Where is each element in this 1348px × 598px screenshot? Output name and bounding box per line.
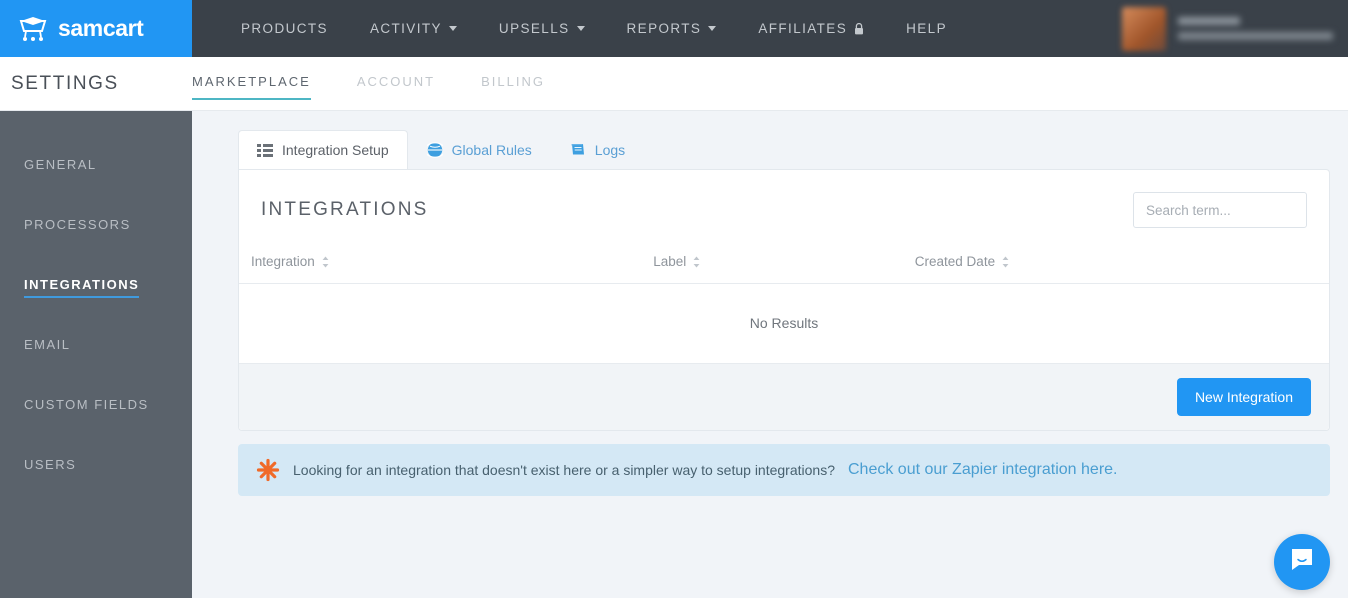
sidebar-item-label: CUSTOM FIELDS	[24, 396, 149, 412]
book-icon	[570, 142, 586, 157]
nav-item-help[interactable]: HELP	[885, 0, 968, 57]
sidebar-item-general[interactable]: GENERAL	[0, 137, 192, 197]
integrations-table: Integration Label Created Date No Result…	[239, 246, 1329, 364]
chevron-down-icon	[708, 26, 717, 31]
sidebar-item-processors[interactable]: PROCESSORS	[0, 197, 192, 257]
table-header-row: Integration Label Created Date	[239, 246, 1329, 284]
sidebar-item-label: EMAIL	[24, 336, 71, 352]
panel-title: INTEGRATIONS	[261, 199, 429, 220]
zapier-integration-link[interactable]: Check out our Zapier integration here.	[848, 461, 1117, 479]
sidebar-item-label: USERS	[24, 456, 77, 472]
tab-billing[interactable]: BILLING	[481, 68, 545, 100]
main-content: Integration Setup Global Rules Logs INTE…	[192, 111, 1348, 598]
user-account-menu[interactable]	[1100, 0, 1348, 57]
tab-marketplace[interactable]: MARKETPLACE	[192, 68, 311, 100]
tab-label: BILLING	[481, 73, 545, 89]
user-identity-redacted	[1178, 17, 1334, 40]
chevron-down-icon	[448, 26, 457, 31]
nav-label: UPSELLS	[498, 21, 570, 36]
nav-label: PRODUCTS	[241, 21, 328, 36]
sidebar-item-label: GENERAL	[24, 156, 97, 172]
column-label: Integration	[251, 254, 315, 269]
column-label: Label	[653, 254, 687, 269]
nav-item-activity[interactable]: ACTIVITY	[349, 0, 478, 57]
tab-logs[interactable]: Logs	[551, 129, 644, 169]
main-nav-items: PRODUCTS ACTIVITY UPSELLS REPORTS AFFILI…	[192, 0, 968, 57]
integrations-card: INTEGRATIONS Integration	[238, 169, 1330, 431]
sidebar-item-users[interactable]: USERS	[0, 437, 192, 497]
tab-label: Logs	[594, 141, 626, 158]
sort-icon	[322, 256, 329, 268]
nav-label: AFFILIATES	[758, 21, 848, 36]
tab-label: MARKETPLACE	[192, 73, 311, 89]
chat-launcher-button[interactable]	[1274, 534, 1330, 590]
shopping-cart-icon	[18, 16, 48, 42]
empty-state-message: No Results	[239, 283, 1329, 364]
chat-bubble-icon	[1289, 547, 1315, 578]
new-integration-button[interactable]: New Integration	[1176, 378, 1311, 416]
column-header-label[interactable]: Label	[653, 246, 915, 284]
column-header-integration[interactable]: Integration	[239, 246, 654, 284]
list-icon	[257, 143, 273, 158]
table-body: No Results	[239, 283, 1329, 364]
sort-icon	[1002, 256, 1009, 268]
user-name-redacted	[1178, 17, 1240, 25]
card-footer: New Integration	[239, 364, 1329, 430]
search-input[interactable]	[1133, 192, 1307, 228]
chevron-down-icon	[576, 26, 585, 31]
page-title: SETTINGS	[11, 72, 119, 94]
user-email-redacted	[1178, 32, 1333, 40]
settings-sidebar: GENERAL PROCESSORS INTEGRATIONS EMAIL CU…	[0, 111, 192, 598]
column-label: Created Date	[914, 254, 996, 269]
tab-label: ACCOUNT	[356, 73, 436, 89]
top-navigation-bar: samcart PRODUCTS ACTIVITY UPSELLS REPORT…	[0, 0, 1348, 57]
settings-header-bar: SETTINGS MARKETPLACE ACCOUNT BILLING	[0, 57, 1348, 111]
zapier-notice-banner: Looking for an integration that doesn't …	[238, 444, 1330, 496]
sidebar-item-label: PROCESSORS	[24, 216, 131, 232]
card-header: INTEGRATIONS	[239, 170, 1329, 246]
sidebar-item-custom-fields[interactable]: CUSTOM FIELDS	[0, 377, 192, 437]
brand-logo[interactable]: samcart	[0, 0, 192, 57]
nav-item-upsells[interactable]: UPSELLS	[478, 0, 606, 57]
sort-icon	[693, 256, 700, 268]
tab-account[interactable]: ACCOUNT	[357, 68, 435, 100]
sidebar-item-label: INTEGRATIONS	[24, 277, 140, 298]
notice-text: Looking for an integration that doesn't …	[293, 462, 835, 478]
page-body: GENERAL PROCESSORS INTEGRATIONS EMAIL CU…	[0, 111, 1348, 598]
brand-name: samcart	[58, 15, 144, 41]
tab-label: Integration Setup	[282, 142, 389, 158]
settings-tab-list: MARKETPLACE ACCOUNT BILLING	[192, 68, 591, 100]
tab-global-rules[interactable]: Global Rules	[408, 129, 551, 169]
integration-tab-strip: Integration Setup Global Rules Logs	[238, 129, 1330, 170]
nav-label: REPORTS	[626, 21, 702, 36]
lock-icon	[854, 22, 864, 35]
nav-label: HELP	[906, 21, 947, 36]
tab-integration-setup[interactable]: Integration Setup	[238, 130, 408, 170]
nav-item-products[interactable]: PRODUCTS	[220, 0, 349, 57]
nav-item-affiliates[interactable]: AFFILIATES	[737, 0, 885, 57]
table-header: Integration Label Created Date	[239, 246, 1329, 284]
zapier-icon	[256, 458, 280, 482]
sidebar-item-integrations[interactable]: INTEGRATIONS	[0, 257, 192, 317]
nav-item-reports[interactable]: REPORTS	[606, 0, 738, 57]
sidebar-item-email[interactable]: EMAIL	[0, 317, 192, 377]
table-empty-row: No Results	[239, 283, 1329, 364]
nav-label: ACTIVITY	[369, 21, 442, 36]
avatar	[1122, 6, 1166, 51]
globe-icon	[424, 142, 446, 158]
column-header-created-date[interactable]: Created Date	[914, 246, 1329, 284]
tab-label: Global Rules	[451, 141, 532, 158]
